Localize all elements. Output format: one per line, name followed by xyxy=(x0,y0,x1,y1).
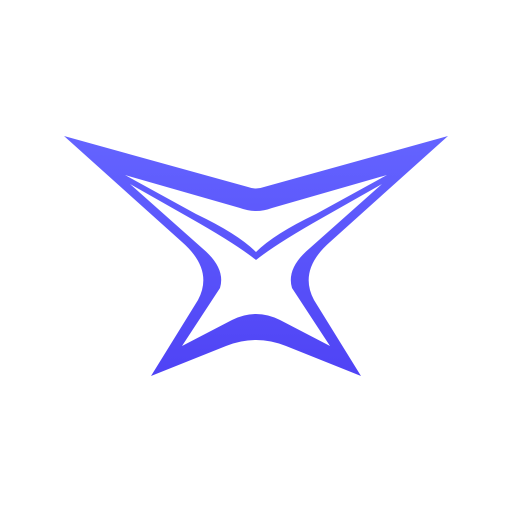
app-icon-canvas xyxy=(0,0,512,512)
x-star-logo-icon xyxy=(64,136,448,376)
logo-outer-shape xyxy=(64,136,448,376)
